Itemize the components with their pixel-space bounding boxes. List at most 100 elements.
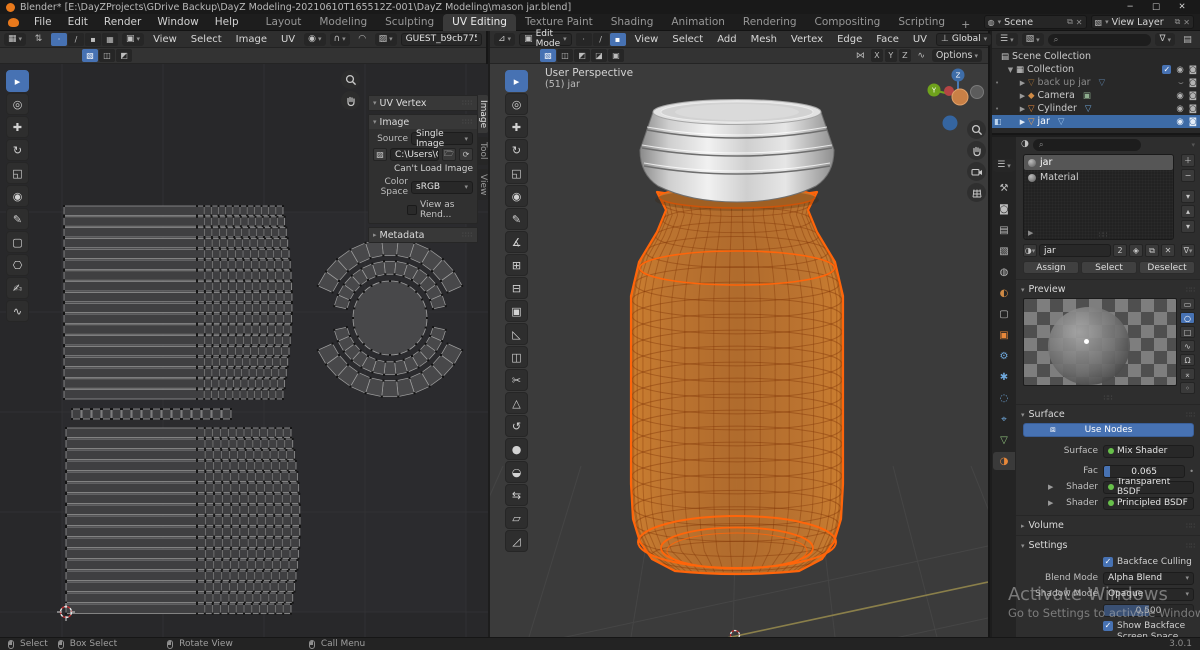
- uv-face-select-icon[interactable]: ▪: [85, 33, 101, 46]
- resize-grip[interactable]: ∷∷: [1016, 394, 1200, 402]
- editor-type-button[interactable]: ⊿▾: [494, 33, 515, 46]
- uv-vertex-select-icon[interactable]: ·: [51, 33, 67, 46]
- menu-render[interactable]: Render: [96, 14, 149, 31]
- shadow-mode-dropdown[interactable]: Opaque▾: [1103, 588, 1194, 601]
- expand-icon[interactable]: ▶: [1018, 105, 1027, 113]
- properties-search-input[interactable]: ⌕: [1033, 139, 1141, 151]
- fac-slider[interactable]: 0.065: [1103, 465, 1185, 478]
- rip-region-tool-icon[interactable]: ◿: [505, 530, 528, 552]
- face-menu[interactable]: Face: [871, 34, 904, 45]
- uv-sync-selection-toggle[interactable]: ⇅: [30, 33, 47, 46]
- image-panel-header[interactable]: ▾Image∷∷: [369, 115, 477, 129]
- cursor-tool-icon[interactable]: ◎: [505, 93, 528, 115]
- scene-selector[interactable]: ◍▾ Scene ⧉ ✕: [984, 15, 1087, 29]
- modifiers-tab-icon[interactable]: ⚙: [993, 347, 1015, 365]
- add-slot-button[interactable]: ＋: [1181, 154, 1195, 167]
- settings-panel-header[interactable]: ▾Settings∷∷: [1016, 538, 1200, 553]
- select-mode-subtract-icon[interactable]: ◩: [116, 49, 132, 62]
- surface-shader-dropdown[interactable]: Mix Shader: [1103, 445, 1194, 458]
- preview-cube-icon[interactable]: □: [1180, 326, 1195, 338]
- move-tool-icon[interactable]: ✚: [6, 116, 29, 138]
- options-dropdown[interactable]: Options▾: [932, 49, 982, 62]
- material-tab-icon[interactable]: ◑: [993, 452, 1015, 470]
- material-name-field[interactable]: jar: [1039, 244, 1111, 257]
- edge-menu[interactable]: Edge: [832, 34, 867, 45]
- uv-menu-uv[interactable]: UV: [276, 34, 300, 45]
- uv-proportional-edit-toggle[interactable]: ◠: [354, 33, 371, 46]
- new-scene-icon[interactable]: ⧉: [1067, 17, 1073, 27]
- material-browse-button[interactable]: ◑▾: [1023, 244, 1037, 257]
- rip-region-tool-icon[interactable]: ▢: [6, 231, 29, 253]
- uv-edge-select-icon[interactable]: /: [68, 33, 84, 46]
- edge-slide-tool-icon[interactable]: ⇆: [505, 484, 528, 506]
- outliner-row-scene-collection[interactable]: ▤ Scene Collection: [992, 50, 1200, 63]
- source-dropdown[interactable]: Single Image▾: [411, 132, 473, 145]
- select-mode-extend-icon[interactable]: ◫: [99, 49, 115, 62]
- view-layer-tab-icon[interactable]: ▧: [993, 242, 1015, 260]
- falloff-icon[interactable]: ∿: [913, 49, 930, 62]
- scale-tool-icon[interactable]: ◱: [505, 162, 528, 184]
- scale-tool-icon[interactable]: ◱: [6, 162, 29, 184]
- sidebar-tab-image[interactable]: Image: [478, 95, 488, 133]
- expand-icon[interactable]: ▶: [1018, 92, 1027, 100]
- editor-type-button[interactable]: ☰▾: [993, 159, 1015, 172]
- menu-help[interactable]: Help: [207, 14, 247, 31]
- viewport-camera-button[interactable]: [967, 162, 986, 181]
- spin-tool-icon[interactable]: ↺: [505, 415, 528, 437]
- uv-menu[interactable]: UV: [908, 34, 932, 45]
- viewport-zoom-button[interactable]: [967, 120, 986, 139]
- slot-specials-menu[interactable]: ▾: [1181, 190, 1195, 203]
- backface-culling-checkbox[interactable]: ✓: [1103, 557, 1113, 567]
- add-menu[interactable]: Add: [712, 34, 741, 45]
- render-tab-icon[interactable]: ◙: [993, 200, 1015, 218]
- poly-build-tool-icon[interactable]: △: [505, 392, 528, 414]
- annotate-tool-icon[interactable]: ✎: [505, 208, 528, 230]
- surface-panel-header[interactable]: ▾Surface∷∷: [1016, 407, 1200, 422]
- minimize-button[interactable]: ─: [1118, 2, 1142, 12]
- face-select-mode-icon[interactable]: ▪: [610, 33, 626, 46]
- disable-render-icon[interactable]: ◙: [1189, 91, 1197, 101]
- preview-liquid-icon[interactable]: ◦: [1180, 382, 1195, 394]
- pinch-tool-icon[interactable]: ∿: [6, 300, 29, 322]
- transform-tool-icon[interactable]: ◉: [505, 185, 528, 207]
- menu-window[interactable]: Window: [149, 14, 206, 31]
- deselect-button[interactable]: Deselect: [1139, 261, 1195, 274]
- image-path-field[interactable]: C:\Users\Coyel\Do...: [390, 148, 439, 161]
- expand-icon[interactable]: ▶: [1018, 118, 1027, 126]
- remove-slot-button[interactable]: −: [1181, 169, 1195, 182]
- select-mode-new-icon[interactable]: ▧: [82, 49, 98, 62]
- knife-tool-icon[interactable]: ✂: [505, 369, 528, 391]
- menu-file[interactable]: File: [26, 14, 60, 31]
- constraints-tab-icon[interactable]: ⌖: [993, 410, 1015, 428]
- move-tool-icon[interactable]: ✚: [505, 116, 528, 138]
- reload-image-icon[interactable]: ⟳: [459, 148, 473, 161]
- extrude-region-tool-icon[interactable]: ⊟: [505, 277, 528, 299]
- image-browse-button[interactable]: ▨▾: [375, 33, 397, 46]
- rotate-tool-icon[interactable]: ↻: [505, 139, 528, 161]
- slot-expand-icon[interactable]: ▶: [1028, 229, 1033, 237]
- shear-tool-icon[interactable]: ▱: [505, 507, 528, 529]
- uv-island-select-icon[interactable]: ▦: [102, 33, 118, 46]
- tab-uv-editing[interactable]: UV Editing: [443, 14, 516, 31]
- loop-cut-tool-icon[interactable]: ◫: [505, 346, 528, 368]
- tweak-tool-icon[interactable]: ▸: [6, 70, 29, 92]
- particles-tab-icon[interactable]: ✱: [993, 368, 1015, 386]
- preview-panel-header[interactable]: ▾Preview∷∷: [1016, 282, 1200, 297]
- output-tab-icon[interactable]: ▤: [993, 221, 1015, 239]
- mode-dropdown[interactable]: ▣Edit Mode▾: [519, 33, 572, 46]
- select-mode-subtract-icon[interactable]: ◩: [574, 49, 590, 62]
- mirror-x-toggle[interactable]: X: [871, 49, 883, 62]
- material-slot-jar[interactable]: jar: [1024, 155, 1173, 170]
- preview-monkey-icon[interactable]: Ω: [1180, 354, 1195, 366]
- measure-tool-icon[interactable]: ∡: [505, 231, 528, 253]
- assign-button[interactable]: Assign: [1023, 261, 1079, 274]
- uv-pivot-dropdown[interactable]: ◉▾: [304, 33, 325, 46]
- move-slot-down-button[interactable]: ▾: [1181, 220, 1195, 233]
- use-nodes-button[interactable]: ⧈ Use Nodes: [1023, 423, 1194, 437]
- open-image-folder-icon[interactable]: 🗁: [442, 148, 456, 161]
- add-workspace-button[interactable]: +: [954, 18, 977, 31]
- relax-tool-icon[interactable]: ✍: [6, 277, 29, 299]
- volume-panel-header[interactable]: ▸Volume∷∷: [1016, 518, 1200, 533]
- transform-orientation-dropdown[interactable]: ⊥Global▾: [936, 33, 992, 46]
- mirror-y-toggle[interactable]: Y: [885, 49, 897, 62]
